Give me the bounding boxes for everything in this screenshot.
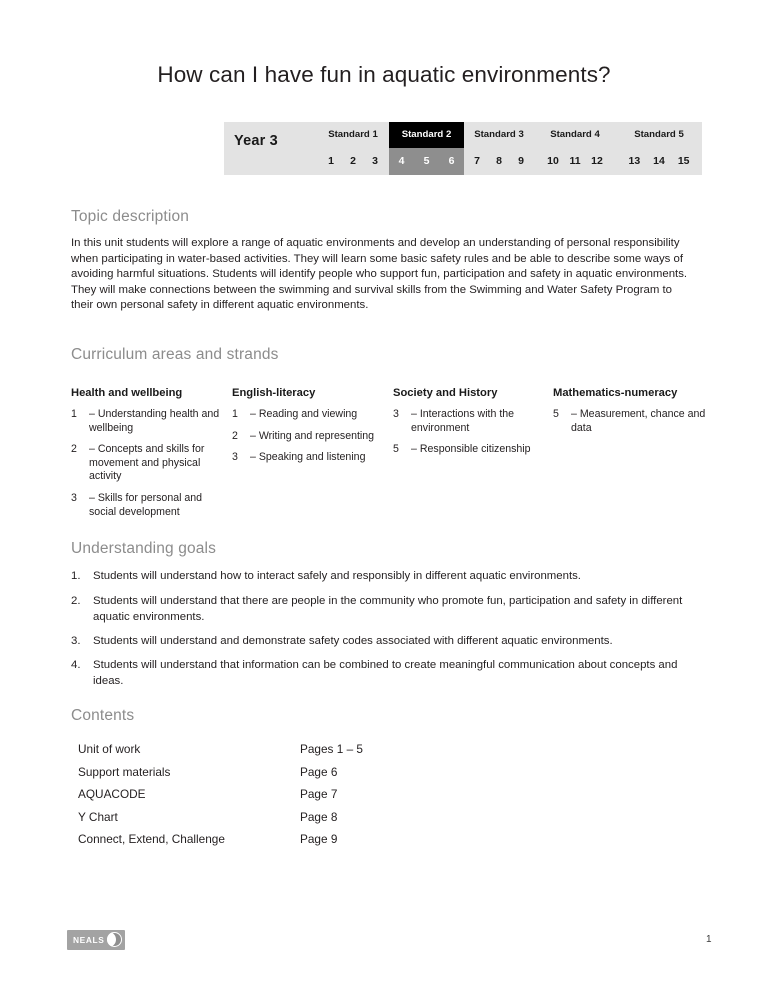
understanding-goal-item: 3. Students will understand and demonstra… — [71, 633, 693, 649]
curriculum-strand-item: 1– Understanding health and wellbeing — [71, 408, 221, 435]
curriculum-strand-item: 5– Measurement, chance and data — [553, 408, 708, 435]
contents-row: Connect, Extend, Challenge Page 9 — [78, 832, 478, 848]
standards-header-row: Standard 1 Standard 2 Standard 3 Standard 4… — [224, 122, 702, 148]
contents-item-label: Connect, Extend, Challenge — [78, 832, 225, 846]
standards-number-row: 1 2 3 4 5 6 7 8 9 10 11 12 13 14 15 — [224, 148, 702, 175]
contents-row: Y Chart Page 8 — [78, 810, 478, 826]
curriculum-strand-item: 5– Responsible citizenship — [393, 443, 543, 457]
section-heading-understanding-goals: Understanding goals — [71, 540, 217, 557]
standard-number-10[interactable]: 10 — [542, 148, 564, 175]
curriculum-strand-number: 1 — [71, 408, 77, 420]
standard-number-11[interactable]: 11 — [564, 148, 586, 175]
curriculum-strand-item: 2– Concepts and skills for movement and … — [71, 443, 221, 484]
curriculum-strand-number: 2 — [71, 443, 77, 456]
curriculum-strand-item: 3– Skills for personal and social develo… — [71, 492, 221, 519]
contents-item-label: Support materials — [78, 764, 171, 779]
standard-number-7[interactable]: 7 — [466, 148, 488, 175]
curriculum-strand-item: 2– Writing and representing — [232, 430, 382, 444]
neals-crescent-icon — [107, 932, 122, 947]
curriculum-column-title: Mathematics-numeracy — [553, 387, 678, 399]
curriculum-column-title: Society and History — [393, 387, 498, 399]
standard-header-2[interactable]: Standard 2 — [389, 122, 464, 148]
curriculum-strand-number: 3 — [71, 491, 77, 504]
curriculum-strand-number: 5 — [553, 408, 559, 420]
curriculum-strand-label: Measurement, chance and data — [571, 408, 706, 434]
standard-number-14[interactable]: 14 — [647, 148, 672, 175]
page-number: 1 — [706, 934, 712, 945]
year-standards-table: Year 3 Standard 1 Standard 2 Standard 3 Sta… — [224, 122, 702, 175]
standard-header-1[interactable]: Standard 1 — [320, 122, 386, 148]
page-title: How can I have fun in aquatic environmen… — [157, 62, 611, 87]
curriculum-strand-number: 2 — [232, 429, 238, 442]
curriculum-column-4: Mathematics-numeracy 5– Measurement, chan… — [553, 387, 708, 443]
understanding-goal-item: 4. Students will understand that informat… — [71, 657, 693, 689]
curriculum-strand-label: Speaking and listening — [255, 451, 366, 464]
section-heading-contents: Contents — [71, 707, 135, 724]
standard-number-13[interactable]: 13 — [622, 148, 647, 175]
section-heading-curriculum: Curriculum areas and strands — [71, 346, 279, 363]
standard-number-15[interactable]: 15 — [671, 148, 696, 175]
standard-header-4[interactable]: Standard 4 — [542, 122, 608, 148]
curriculum-strand-item: 1– Reading and viewing — [232, 408, 382, 422]
curriculum-column-3: Society and History 3– Interactions with … — [393, 387, 543, 465]
contents-item-label: AQUACODE — [78, 787, 146, 801]
curriculum-strand-label: Skills for personal and social developme… — [89, 491, 203, 518]
curriculum-strand-number: 3 — [393, 408, 399, 420]
understanding-goal-text: Students will understand that there are … — [93, 595, 683, 623]
contents-row: Support materials Page 6 — [78, 765, 478, 781]
curriculum-column-2: English-literacy 1– Reading and viewing 2–… — [232, 387, 382, 473]
understanding-goal-number: 1. — [71, 570, 81, 582]
standard-number-5[interactable]: 5 — [414, 148, 439, 175]
contents-item-pages: Page 7 — [300, 787, 338, 801]
curriculum-strand-label: Interactions with the environment — [411, 408, 515, 434]
understanding-goal-number: 4. — [71, 659, 81, 671]
understanding-goal-item: 2. Students will understand that there ar… — [71, 593, 693, 625]
standard-number-6[interactable]: 6 — [439, 148, 464, 175]
curriculum-strand-label: Reading and viewing — [255, 408, 358, 420]
contents-item-pages: Page 9 — [300, 832, 338, 846]
curriculum-strand-label: Concepts and skills for movement and phy… — [89, 443, 205, 483]
contents-item-pages: Page 8 — [300, 809, 338, 824]
standard-number-8[interactable]: 8 — [488, 148, 510, 175]
curriculum-column-1: Health and wellbeing 1– Understanding hea… — [71, 387, 221, 527]
understanding-goal-text: Students will understand how to interact… — [93, 570, 581, 582]
section-heading-topic-description: Topic description — [71, 208, 189, 225]
contents-row: Unit of work Pages 1 – 5 — [78, 742, 478, 758]
curriculum-column-title: English-literacy — [232, 387, 316, 399]
contents-item-label: Y Chart — [78, 809, 118, 824]
understanding-goal-number: 2. — [71, 595, 81, 607]
curriculum-strand-number: 5 — [393, 443, 399, 456]
topic-description-body: In this unit students will explore a ran… — [71, 237, 688, 312]
standard-number-9[interactable]: 9 — [510, 148, 532, 175]
understanding-goal-text: Students will understand that informatio… — [93, 659, 678, 687]
understanding-goal-item: 1. Students will understand how to intera… — [71, 568, 693, 584]
neals-logo-label: NEALS — [73, 935, 105, 945]
contents-item-pages: Pages 1 – 5 — [300, 742, 363, 756]
contents-row: AQUACODE Page 7 — [78, 787, 478, 803]
curriculum-strand-label: Understanding health and wellbeing — [89, 408, 220, 434]
standard-number-1[interactable]: 1 — [320, 148, 342, 175]
neals-logo: NEALS — [67, 930, 125, 950]
contents-item-pages: Page 6 — [300, 764, 338, 779]
standard-number-2[interactable]: 2 — [342, 148, 364, 175]
curriculum-strand-number: 1 — [232, 408, 238, 420]
standard-number-4[interactable]: 4 — [389, 148, 414, 175]
standard-header-5[interactable]: Standard 5 — [622, 122, 696, 148]
standard-number-12[interactable]: 12 — [586, 148, 608, 175]
curriculum-strand-item: 3– Speaking and listening — [232, 451, 382, 465]
curriculum-column-title: Health and wellbeing — [71, 387, 183, 399]
standard-header-3[interactable]: Standard 3 — [466, 122, 532, 148]
understanding-goal-number: 3. — [71, 635, 81, 647]
understanding-goal-text: Students will understand and demonstrate… — [93, 635, 613, 647]
document-page: How can I have fun in aquatic environmen… — [0, 0, 768, 994]
standard-number-3[interactable]: 3 — [364, 148, 386, 175]
curriculum-strand-number: 3 — [232, 451, 238, 464]
curriculum-strand-label: Writing and representing — [255, 429, 375, 442]
curriculum-strand-item: 3– Interactions with the environment — [393, 408, 543, 435]
curriculum-strand-label: Responsible citizenship — [416, 443, 531, 456]
contents-item-label: Unit of work — [78, 742, 141, 756]
